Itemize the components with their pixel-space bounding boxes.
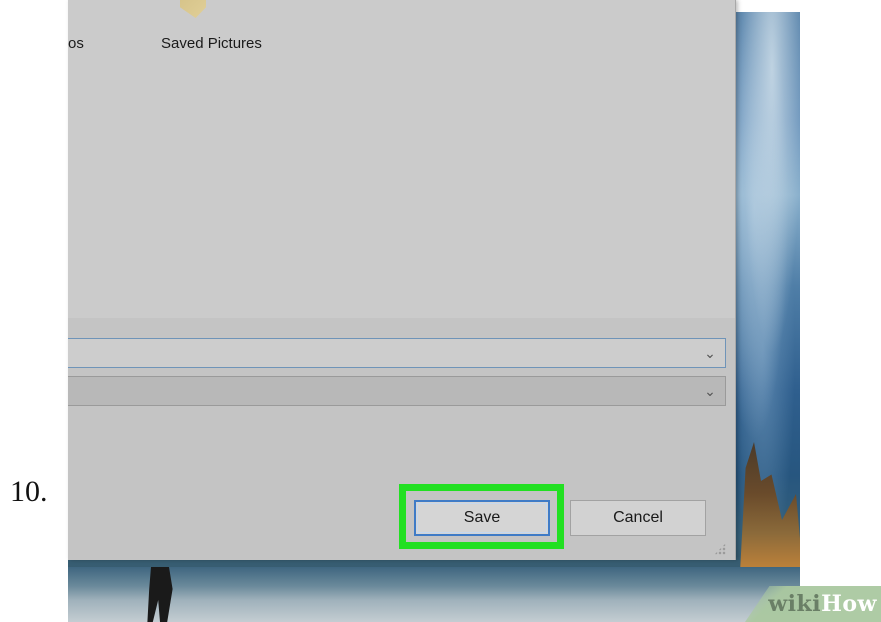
sea xyxy=(68,567,800,622)
save-dialog: os Saved Pictures ⌄ ⌄ Save Cancel xyxy=(68,0,736,560)
step-number: 10. xyxy=(10,475,48,508)
screenshot: 10. os Saved Pictures ⌄ ⌄ Save Cancel wi… xyxy=(0,0,881,622)
watermark-logo: wikiHow xyxy=(768,591,877,617)
folder-item-saved-pictures[interactable]: Saved Pictures xyxy=(161,35,262,52)
save-button[interactable]: Save xyxy=(414,500,550,536)
folder-item-videos[interactable]: os xyxy=(68,35,84,52)
file-list-area: os Saved Pictures xyxy=(68,0,735,318)
folder-icon xyxy=(180,0,206,18)
cancel-button[interactable]: Cancel xyxy=(570,500,706,536)
file-name-combobox[interactable]: ⌄ xyxy=(68,338,726,368)
chevron-down-icon[interactable]: ⌄ xyxy=(699,339,721,367)
chevron-down-icon[interactable]: ⌄ xyxy=(699,377,721,405)
save-as-type-combobox[interactable]: ⌄ xyxy=(68,376,726,406)
rock-formation xyxy=(740,442,800,572)
